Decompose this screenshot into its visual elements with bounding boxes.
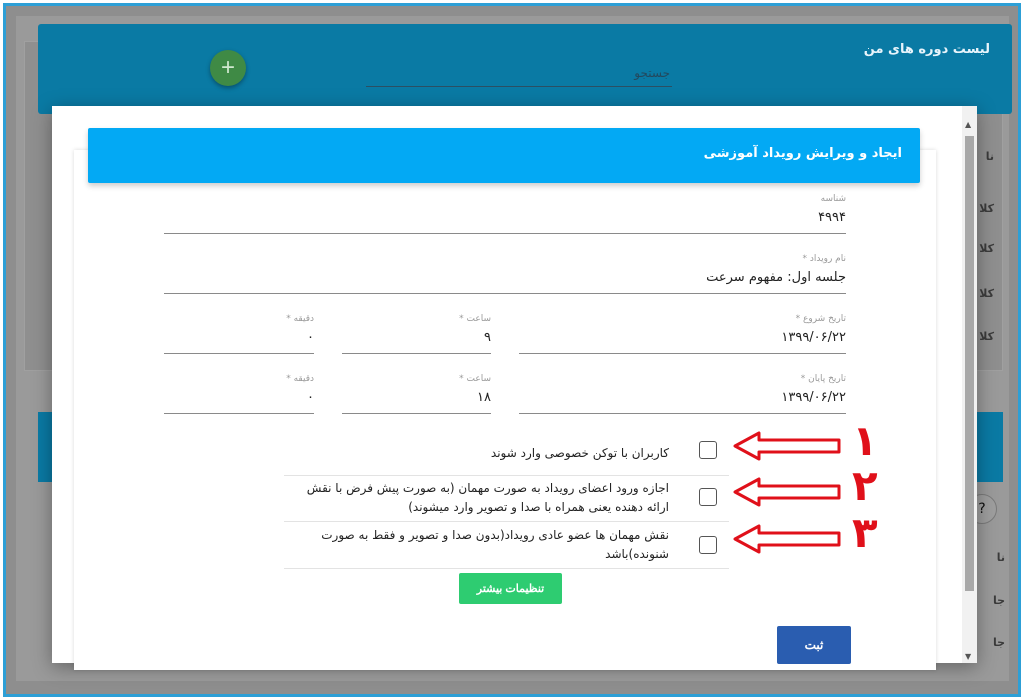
search-input[interactable]: جستجو [366, 64, 672, 87]
guest-listener-text: نقش مهمان ها عضو عادی رویداد(بدون صدا و … [321, 528, 669, 561]
guest-listener-option[interactable]: نقش مهمان ها عضو عادی رویداد(بدون صدا و … [284, 522, 729, 569]
add-course-button[interactable]: + [210, 50, 246, 86]
id-label: شناسه [820, 194, 846, 204]
end-minute-label: دقیقه * [286, 374, 314, 384]
guest-listener-checkbox[interactable] [699, 536, 717, 554]
background-row-label: کلا [979, 202, 994, 215]
private-token-text: کاربران با توکن خصوصی وارد شوند [490, 446, 669, 460]
background-row-label: نا [985, 150, 994, 163]
page-title: لیست دوره های من [863, 42, 990, 57]
private-token-checkbox[interactable] [699, 441, 717, 459]
event-name-label: نام رویداد * [802, 254, 846, 264]
start-minute-input[interactable]: ۰ [164, 330, 314, 354]
background-row-label: کلا [979, 287, 994, 300]
start-date-input[interactable]: ۱۳۹۹/۰۶/۲۲ [519, 330, 846, 354]
background-row-label: کلا [979, 330, 994, 343]
private-token-option[interactable]: کاربران با توکن خصوصی وارد شوند [284, 432, 729, 476]
start-date-label: تاریخ شروع * [795, 314, 846, 324]
arrow-1-icon [733, 431, 841, 461]
id-field[interactable]: شناسه ۴۹۹۴ [164, 194, 846, 234]
guest-entry-checkbox[interactable] [699, 488, 717, 506]
annotation-number-3: ۳ [852, 508, 878, 557]
scroll-down-icon[interactable]: ▼ [965, 652, 971, 661]
screenshot-frame: نا کلا کلا کلا کلا لیست دوره های من جستج… [3, 3, 1021, 697]
scroll-up-icon[interactable]: ▲ [965, 120, 971, 129]
start-date-field[interactable]: تاریخ شروع * ۱۳۹۹/۰۶/۲۲ [519, 314, 846, 354]
end-date-label: تاریخ پایان * [800, 374, 846, 384]
modal-title: ایجاد و ویرایش رویداد آموزشی [703, 146, 902, 161]
end-minute-field[interactable]: دقیقه * ۰ [164, 374, 314, 414]
modal-scrollbar[interactable]: ▲ ▼ [962, 106, 977, 663]
guest-entry-option[interactable]: اجازه ورود اعضای رویداد به صورت مهمان (ب… [284, 476, 729, 522]
background-row-label: جا [992, 636, 1005, 649]
annotation-number-2: ۲ [852, 461, 878, 510]
submit-button[interactable]: ثبت [777, 626, 851, 664]
modal-header: ایجاد و ویرایش رویداد آموزشی [88, 128, 920, 183]
event-name-field[interactable]: نام رویداد * جلسه اول: مفهوم سرعت [164, 254, 846, 294]
end-minute-input[interactable]: ۰ [164, 390, 314, 414]
background-header: لیست دوره های من جستجو + [38, 24, 1012, 114]
event-edit-modal: ایجاد و ویرایش رویداد آموزشی شناسه ۴۹۹۴ … [52, 106, 977, 670]
start-hour-field[interactable]: ساعت * ۹ [342, 314, 491, 354]
background-row-label: نا [996, 551, 1005, 564]
end-hour-input[interactable]: ۱۸ [342, 390, 491, 414]
scrollbar-thumb[interactable] [965, 136, 974, 591]
event-name-input[interactable]: جلسه اول: مفهوم سرعت [164, 270, 846, 294]
guest-entry-text: اجازه ورود اعضای رویداد به صورت مهمان (ب… [306, 481, 669, 514]
background-row-label: جا [992, 594, 1005, 607]
arrow-3-icon [733, 524, 841, 554]
end-hour-label: ساعت * [459, 374, 491, 384]
start-minute-field[interactable]: دقیقه * ۰ [164, 314, 314, 354]
more-settings-button[interactable]: تنظیمات بیشتر [459, 573, 562, 604]
end-date-input[interactable]: ۱۳۹۹/۰۶/۲۲ [519, 390, 846, 414]
end-hour-field[interactable]: ساعت * ۱۸ [342, 374, 491, 414]
background-row-label: کلا [979, 242, 994, 255]
arrow-2-icon [733, 477, 841, 507]
start-hour-label: ساعت * [459, 314, 491, 324]
id-value[interactable]: ۴۹۹۴ [164, 210, 846, 234]
annotation-arrows [733, 431, 841, 554]
start-minute-label: دقیقه * [286, 314, 314, 324]
start-hour-input[interactable]: ۹ [342, 330, 491, 354]
annotation-number-1: ۱ [852, 416, 878, 465]
end-date-field[interactable]: تاریخ پایان * ۱۳۹۹/۰۶/۲۲ [519, 374, 846, 414]
